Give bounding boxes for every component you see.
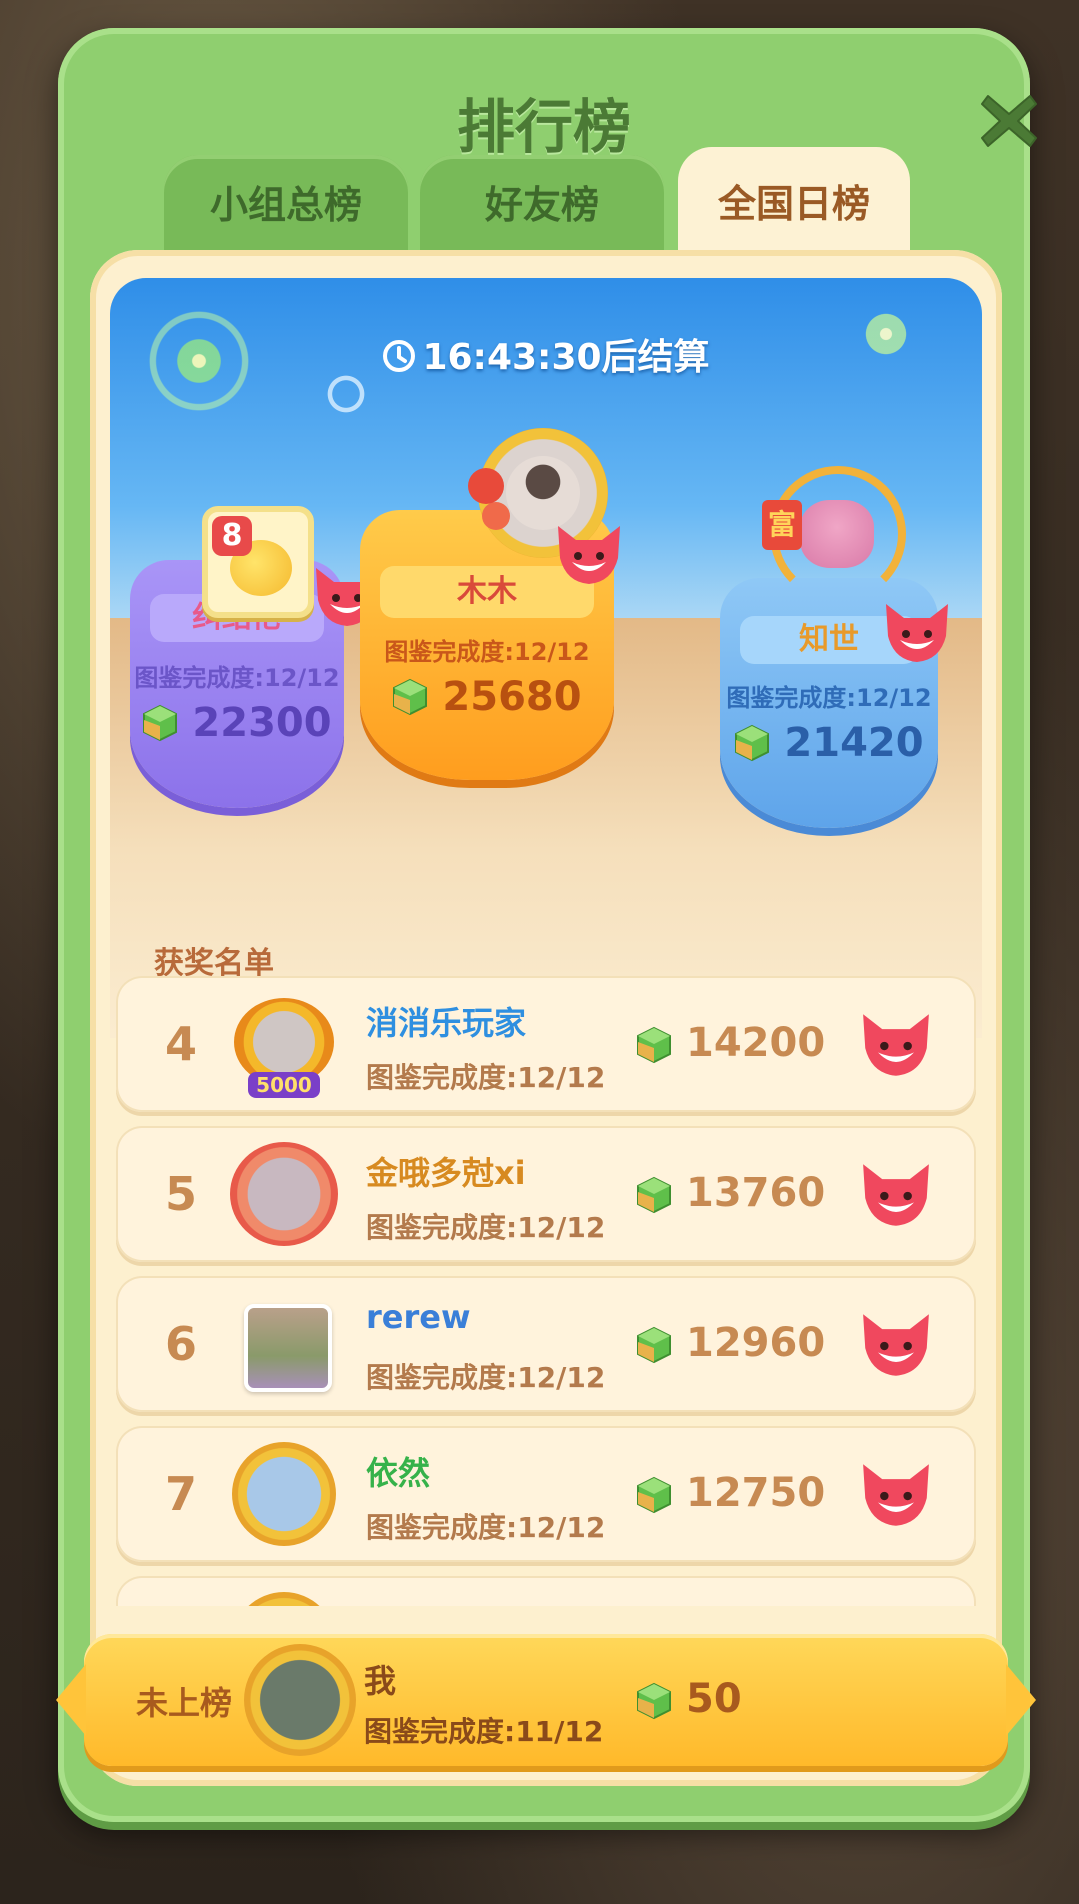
gem-icon bbox=[637, 1026, 671, 1064]
clock-icon bbox=[383, 340, 416, 372]
tab-group-total[interactable]: 小组总榜 bbox=[164, 155, 408, 251]
tab-national-daily[interactable]: 全国日榜 bbox=[678, 147, 910, 259]
tab-label: 小组总榜 bbox=[209, 183, 362, 227]
avatar[interactable] bbox=[226, 1286, 342, 1402]
podium-score: 21420 bbox=[720, 720, 938, 766]
avatar[interactable]: 富 bbox=[760, 466, 906, 602]
tab-label: 全国日榜 bbox=[717, 182, 870, 226]
podium-score-value: 22300 bbox=[192, 700, 332, 746]
fox-icon[interactable] bbox=[856, 1460, 936, 1530]
podium-progress: 图鉴完成度:12/12 bbox=[726, 684, 932, 712]
avatar-photo bbox=[506, 456, 580, 530]
avatar-photo bbox=[244, 1304, 332, 1392]
bar-ribbon-left bbox=[56, 1664, 86, 1736]
level-badge: 8 bbox=[212, 516, 252, 556]
ranking-list[interactable]: 4 5000 消消乐玩家 图鉴完成度:12/12 14200 5 金哦多尅xi … bbox=[116, 976, 976, 1606]
cow-avatar-image bbox=[800, 500, 874, 568]
gem-icon bbox=[143, 704, 178, 742]
collection-progress: 图鉴完成度:12/12 bbox=[366, 1061, 606, 1094]
tab-friends[interactable]: 好友榜 bbox=[420, 155, 664, 251]
fox-icon bbox=[886, 604, 948, 662]
rank-number: 6 bbox=[164, 1317, 197, 1371]
my-score: 50 bbox=[686, 1676, 742, 1722]
fortune-badge: 富 bbox=[762, 500, 802, 550]
collection-progress: 图鉴完成度:12/12 bbox=[366, 1211, 606, 1244]
podium-score-value: 21420 bbox=[784, 720, 924, 766]
fox-icon[interactable] bbox=[856, 1310, 936, 1380]
player-name: 三哥 bbox=[366, 1598, 430, 1606]
my-rank-bar[interactable]: 未上榜 我 图鉴完成度:11/12 50 bbox=[56, 1634, 1036, 1766]
avatar[interactable] bbox=[226, 1586, 342, 1606]
score: 13760 bbox=[686, 1170, 826, 1216]
avatar[interactable] bbox=[226, 1436, 342, 1552]
player-name: rerew bbox=[366, 1298, 471, 1336]
avatar-frame-decoration bbox=[232, 1442, 336, 1546]
gem-icon bbox=[637, 1326, 671, 1364]
avatar[interactable]: 8 bbox=[202, 506, 314, 618]
rank-number: 4 bbox=[164, 1017, 197, 1071]
close-icon[interactable] bbox=[978, 90, 1040, 152]
podium-progress: 图鉴完成度:12/12 bbox=[134, 664, 340, 692]
fox-icon[interactable] bbox=[856, 1010, 936, 1080]
gem-icon bbox=[393, 678, 428, 716]
player-name: 金哦多尅xi bbox=[366, 1154, 526, 1192]
score: 12960 bbox=[686, 1320, 826, 1366]
podium-score: 22300 bbox=[130, 700, 344, 746]
timer-text: 16:43:30后结算 bbox=[422, 337, 710, 378]
avatar[interactable] bbox=[244, 1644, 356, 1756]
my-collection-progress: 图鉴完成度:11/12 bbox=[364, 1715, 604, 1748]
score: 14200 bbox=[686, 1020, 826, 1066]
list-item[interactable]: 5 金哦多尅xi 图鉴完成度:12/12 13760 bbox=[116, 1126, 976, 1262]
list-item[interactable]: 三哥 bbox=[116, 1576, 976, 1606]
leaderboard-content: 16:43:30后结算 纠结伦 图鉴完成度:12/12 22300 8 木木 图… bbox=[90, 250, 1002, 1786]
list-item[interactable]: 4 5000 消消乐玩家 图鉴完成度:12/12 14200 bbox=[116, 976, 976, 1112]
podium-scene: 16:43:30后结算 纠结伦 图鉴完成度:12/12 22300 8 木木 图… bbox=[110, 278, 982, 1038]
rank-number: 7 bbox=[164, 1467, 197, 1521]
podium-progress: 图鉴完成度:12/12 bbox=[384, 638, 590, 666]
player-name: 依然 bbox=[366, 1454, 431, 1492]
gem-icon bbox=[637, 1176, 671, 1214]
my-rank-status: 未上榜 bbox=[136, 1684, 233, 1722]
flower-decoration bbox=[468, 468, 504, 504]
gem-icon bbox=[637, 1476, 671, 1514]
score: 12750 bbox=[686, 1470, 826, 1516]
tab-label: 好友榜 bbox=[484, 183, 599, 227]
gem-icon bbox=[735, 724, 770, 762]
rank-number: 5 bbox=[164, 1167, 197, 1221]
my-name: 我 bbox=[364, 1662, 397, 1700]
fox-icon bbox=[558, 526, 620, 584]
collection-progress: 图鉴完成度:12/12 bbox=[366, 1361, 606, 1394]
bar-ribbon-right bbox=[1006, 1664, 1036, 1736]
avatar[interactable]: 5000 bbox=[226, 986, 342, 1102]
avatar-frame-decoration bbox=[232, 1592, 336, 1606]
collection-progress: 图鉴完成度:12/12 bbox=[366, 1511, 606, 1544]
avatar-badge: 5000 bbox=[248, 1072, 320, 1098]
gem-icon bbox=[637, 1682, 671, 1720]
podium-score: 25680 bbox=[360, 674, 614, 720]
avatar-frame-decoration bbox=[230, 1142, 338, 1246]
fox-icon[interactable] bbox=[856, 1160, 936, 1230]
list-item[interactable]: 6 rerew 图鉴完成度:12/12 12960 bbox=[116, 1276, 976, 1412]
list-item[interactable]: 7 依然 图鉴完成度:12/12 12750 bbox=[116, 1426, 976, 1562]
avatar[interactable] bbox=[226, 1136, 342, 1252]
settlement-timer: 16:43:30后结算 bbox=[110, 328, 982, 380]
leaderboard-tabs: 小组总榜 好友榜 全国日榜 bbox=[164, 147, 924, 259]
player-name: 消消乐玩家 bbox=[366, 1004, 527, 1042]
podium-score-value: 25680 bbox=[442, 674, 582, 720]
